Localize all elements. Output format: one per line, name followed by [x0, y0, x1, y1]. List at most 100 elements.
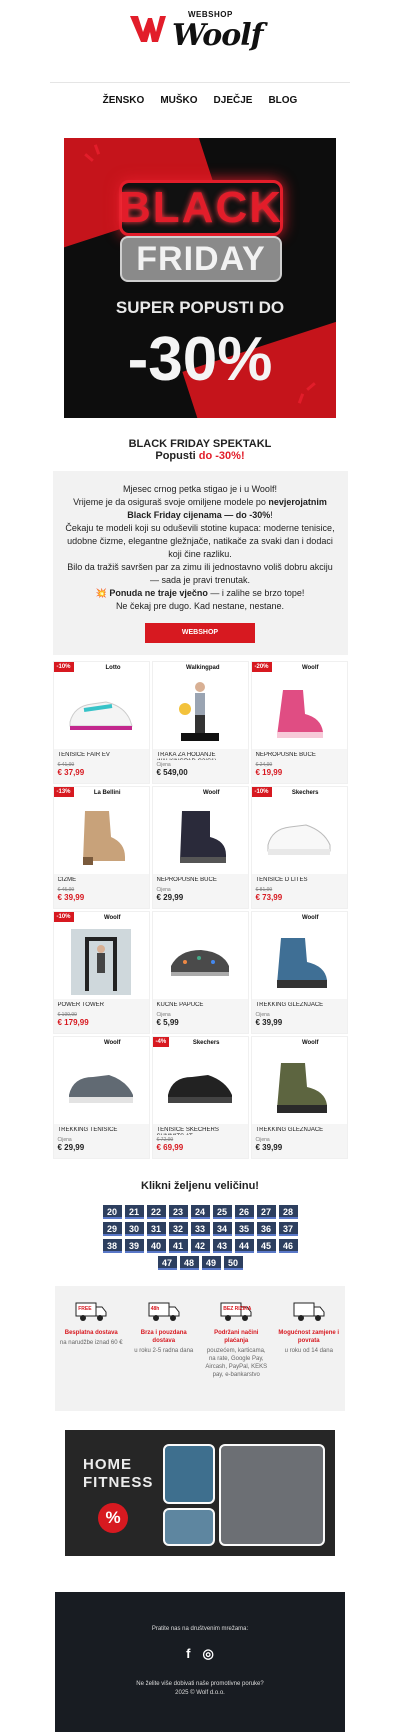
product-card-top: Woolf [252, 1037, 347, 1051]
product-image[interactable] [54, 676, 149, 747]
size-button[interactable]: 27 [256, 1205, 276, 1219]
nav-musko[interactable]: MUŠKO [160, 95, 197, 121]
sale-price: € 73,99 [255, 893, 283, 902]
size-button[interactable]: 42 [190, 1239, 210, 1253]
size-button[interactable]: 33 [190, 1222, 210, 1236]
discount-badge: -10% [53, 662, 74, 672]
product-image[interactable] [252, 1051, 347, 1122]
product-card-top: Walkingpad [153, 662, 248, 676]
instagram-icon[interactable]: ◎ [203, 1646, 214, 1662]
product-price: € 549,00 [156, 768, 188, 777]
product-card-top: -10% Woolf [53, 912, 149, 926]
size-button[interactable]: 49 [201, 1256, 221, 1270]
intro-box: Mjesec crnog petka stigao je i u Woolf! … [52, 471, 348, 655]
intro-p2-start: Vrijeme je da osiguraš svoje omiljene mo… [73, 497, 269, 507]
size-button[interactable]: 47 [157, 1256, 177, 1270]
product-image[interactable] [252, 801, 347, 872]
product-image[interactable] [153, 926, 248, 997]
size-button[interactable]: 39 [124, 1239, 144, 1253]
product-card[interactable]: -20% Woolf NEPROPUSNE BUCE € 24,99 € 19,99 [250, 661, 348, 784]
discount-badge: -4% [152, 1037, 170, 1047]
size-button[interactable]: 41 [168, 1239, 188, 1253]
size-button[interactable]: 44 [234, 1239, 254, 1253]
size-picker: 20 21 22 23 24 25 26 27 28 29 30 31 32 33 34 35 36 37 38 39… [95, 1205, 305, 1270]
product-image[interactable] [153, 1051, 248, 1122]
size-button[interactable]: 40 [146, 1239, 166, 1253]
brand-logo: Woolf [301, 665, 319, 671]
product-card[interactable]: -10% Lotto TENISICE FAIR EV € 41,99 € 37,99 [52, 661, 150, 784]
benefit-item: FREE Besplatna dostava na narudžbe iznad… [59, 1300, 123, 1411]
size-button[interactable]: 45 [256, 1239, 276, 1253]
product-name: TENISICE SKECHERS SUMMITS AT [156, 1127, 219, 1135]
product-card[interactable]: Woolf TREKKING GLEŽNJAČE Cijena € 39,99 [250, 1036, 348, 1159]
brand-logo: Woolf [103, 1040, 121, 1046]
sale-price: € 69,99 [156, 1143, 184, 1152]
size-button[interactable]: 37 [278, 1222, 298, 1236]
nav-blog[interactable]: BLOG [268, 95, 297, 121]
facebook-icon[interactable]: f [186, 1646, 190, 1662]
product-price: € 5,99 [156, 1018, 179, 1027]
size-button[interactable]: 24 [190, 1205, 210, 1219]
product-card[interactable]: KUĆNE PAPUČE Cijena € 5,99 [151, 911, 249, 1034]
size-button[interactable]: 22 [146, 1205, 166, 1219]
product-card[interactable]: Woolf NEPROPUSNE BUCE Cijena € 29,99 [151, 786, 249, 909]
size-button[interactable]: 35 [234, 1222, 254, 1236]
no-risk-icon: BEZ RIZIKA [220, 1300, 252, 1322]
size-button[interactable]: 34 [212, 1222, 232, 1236]
size-button[interactable]: 43 [212, 1239, 232, 1253]
product-image[interactable] [54, 926, 149, 997]
webshop-button[interactable]: WEBSHOP [145, 623, 255, 643]
benefit-icon-text: BEZ RIZIKA [223, 1306, 252, 1312]
size-button[interactable]: 26 [234, 1205, 254, 1219]
size-button[interactable]: 21 [124, 1205, 144, 1219]
product-card-top: -10% Lotto [53, 662, 149, 676]
product-image[interactable] [252, 676, 347, 747]
size-button[interactable]: 30 [124, 1222, 144, 1236]
benefits-box: FREE Besplatna dostava na narudžbe iznad… [55, 1286, 345, 1411]
brand-logo[interactable]: WEBSHOP Woolf [130, 10, 270, 53]
header: WEBSHOP Woolf [0, 0, 400, 60]
product-info: NEPROPUSNE BUCE Cijena € 29,99 [152, 874, 248, 908]
size-button[interactable]: 38 [102, 1239, 122, 1253]
black-friday-banner[interactable]: BLACK FRIDAY SUPER POPUSTI DO -30% [64, 138, 336, 418]
product-card[interactable]: -10% Woolf POWER TOWER € 199,99 € 179,99 [52, 911, 150, 1034]
unsubscribe-link[interactable]: Ne želite više dobivati naše promotivne … [55, 1680, 345, 1689]
promo-title-line1: BLACK FRIDAY SPEKTAKL [128, 438, 272, 450]
product-grid: -10% Lotto TENISICE FAIR EV € 41,99 € 37,99 W… [52, 661, 348, 1159]
product-image[interactable] [153, 801, 248, 872]
size-button[interactable]: 29 [102, 1222, 122, 1236]
brand-logo: Walkingpad [186, 665, 220, 671]
nav-djecje[interactable]: DJEČJE [214, 95, 253, 121]
benefit-title: Besplatna dostava [64, 1330, 118, 1336]
product-card[interactable]: Woolf TREKKING TENISICE Cijena € 29,99 [52, 1036, 150, 1159]
promo-title: BLACK FRIDAY SPEKTAKL Popusti do -30%! [0, 438, 400, 462]
nav-zensko[interactable]: ŽENSKO [103, 95, 145, 121]
size-button[interactable]: 32 [168, 1222, 188, 1236]
product-image[interactable] [153, 676, 248, 747]
product-image[interactable] [54, 801, 149, 872]
product-price: € 39,99 [255, 1143, 283, 1152]
size-button[interactable]: 36 [256, 1222, 276, 1236]
fitness-title: HOME FITNESS [83, 1456, 153, 1492]
product-card[interactable]: Walkingpad TRAKA ZA HODANJE Walkingpad C2… [151, 661, 249, 784]
size-button[interactable]: 28 [278, 1205, 298, 1219]
home-fitness-banner[interactable]: HOME FITNESS % [65, 1430, 335, 1556]
product-image[interactable] [252, 926, 347, 997]
size-button[interactable]: 50 [223, 1256, 243, 1270]
product-card[interactable]: Woolf TREKKING GLEŽNJAČE Cijena € 39,99 [250, 911, 348, 1034]
sale-price: € 37,99 [57, 768, 85, 777]
product-image[interactable] [54, 1051, 149, 1122]
benefit-item: Mogućnost zamjene i povrata u roku od 14… [277, 1300, 341, 1411]
size-button[interactable]: 23 [168, 1205, 188, 1219]
size-button[interactable]: 46 [278, 1239, 298, 1253]
product-card[interactable]: -10% Skechers TENISICE D LITES € 81,99 € 73,… [250, 786, 348, 909]
size-button[interactable]: 48 [179, 1256, 199, 1270]
brand-logo: Woolf [301, 1040, 319, 1046]
size-button[interactable]: 20 [102, 1205, 122, 1219]
size-button[interactable]: 25 [212, 1205, 232, 1219]
product-card[interactable]: -13% La Bellini ČIZME € 45,99 € 39,99 [52, 786, 150, 909]
size-button[interactable]: 31 [146, 1222, 166, 1236]
product-card[interactable]: -4%SkechersTENISICE SKECHERS SUMMITS AT€… [151, 1036, 249, 1159]
product-price: € 29,99 [156, 893, 184, 902]
truck-48h-icon: 48h [148, 1300, 180, 1322]
